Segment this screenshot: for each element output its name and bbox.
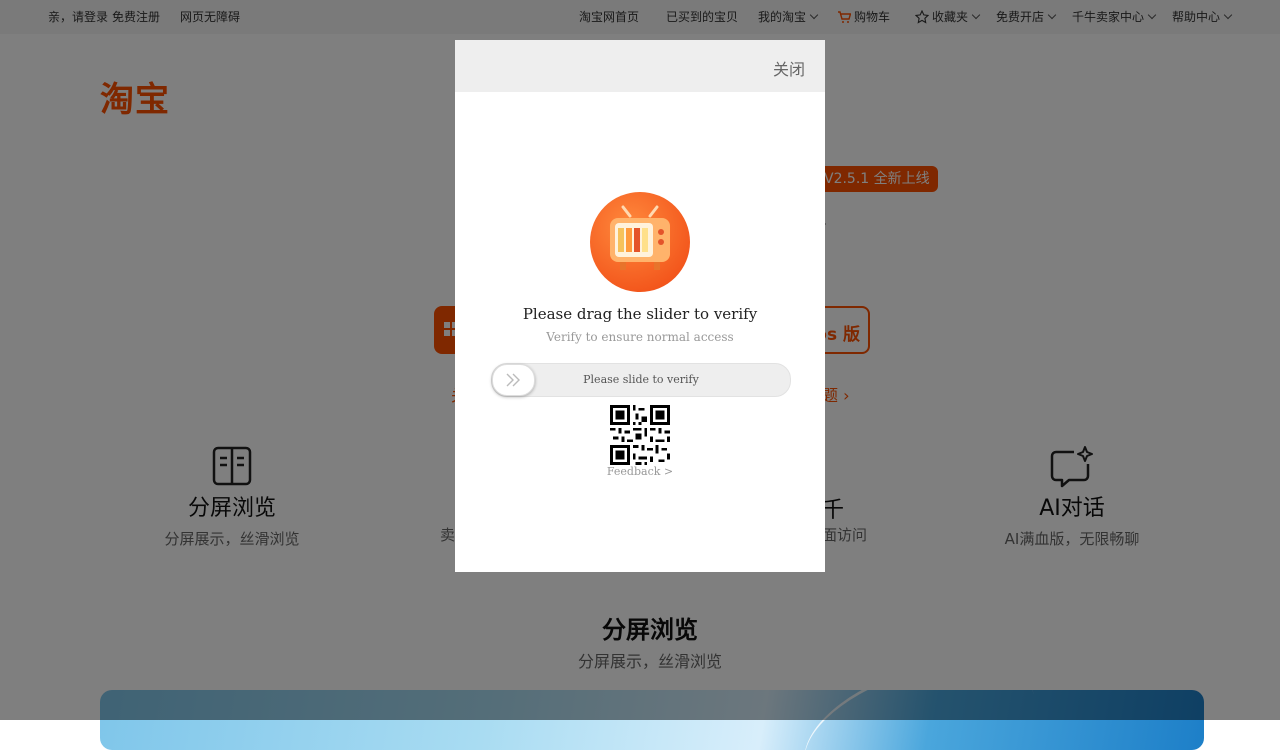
verify-dialog: 关闭 Please drag the slider to verify Veri…: [455, 40, 825, 572]
double-chevron-right-icon: [506, 373, 520, 387]
slider-track[interactable]: Please slide to verify: [491, 363, 791, 397]
qr-code: [610, 405, 670, 465]
feedback-link[interactable]: Feedback >: [455, 465, 825, 478]
dialog-header: 关闭: [455, 40, 825, 92]
verify-subtitle: Verify to ensure normal access: [546, 330, 734, 344]
slider-handle[interactable]: [492, 364, 535, 396]
slider-hint: Please slide to verify: [583, 373, 699, 386]
close-button[interactable]: 关闭: [773, 56, 805, 80]
tv-icon: [590, 192, 690, 292]
verify-title: Please drag the slider to verify: [522, 305, 758, 323]
